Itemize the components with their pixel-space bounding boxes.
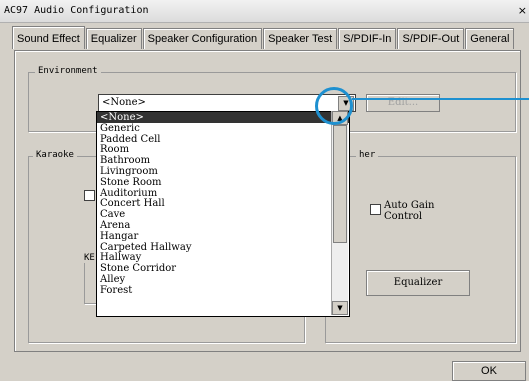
edit-button[interactable]: Edit... bbox=[366, 94, 440, 112]
list-item[interactable]: Padded Cell bbox=[97, 134, 349, 145]
list-item[interactable]: Hangar bbox=[97, 231, 349, 242]
list-item[interactable]: Bathroom bbox=[97, 155, 349, 166]
close-icon[interactable]: × bbox=[518, 4, 527, 17]
auto-gain-label-line2: Control bbox=[384, 211, 423, 222]
list-item[interactable]: <None> bbox=[97, 112, 349, 123]
other-group-label: her bbox=[356, 150, 379, 160]
tab-general[interactable]: General bbox=[465, 28, 515, 49]
list-item[interactable]: Stone Room bbox=[97, 177, 349, 188]
audio-config-window: AC97 Audio Configuration × Sound Effect … bbox=[0, 0, 529, 381]
scroll-thumb[interactable] bbox=[333, 125, 347, 243]
list-item[interactable]: Auditorium bbox=[97, 188, 349, 199]
list-item[interactable]: Alley bbox=[97, 274, 349, 285]
karaoke-checkbox[interactable] bbox=[84, 190, 95, 201]
callout-line bbox=[352, 98, 529, 100]
ok-button[interactable]: OK bbox=[452, 361, 526, 381]
auto-gain-checkbox[interactable] bbox=[370, 204, 381, 215]
list-item[interactable]: Room bbox=[97, 144, 349, 155]
bottom-bar bbox=[0, 357, 529, 381]
tab-sound-effect[interactable]: Sound Effect bbox=[12, 26, 85, 49]
tab-speaker-configuration[interactable]: Speaker Configuration bbox=[142, 28, 263, 49]
auto-gain-label-line1: Auto Gain bbox=[384, 200, 435, 211]
title-bar: AC97 Audio Configuration × bbox=[0, 0, 529, 23]
list-item[interactable]: Carpeted Hallway bbox=[97, 242, 349, 253]
tab-strip: Sound Effect Equalizer Speaker Configura… bbox=[12, 26, 515, 50]
other-group: her bbox=[325, 150, 516, 343]
scroll-down-icon[interactable]: ▼ bbox=[332, 301, 348, 315]
environment-dropdown-list[interactable]: <None> Generic Padded Cell Room Bathroom… bbox=[96, 111, 350, 317]
list-item[interactable]: Forest bbox=[97, 285, 349, 296]
tab-spdif-in[interactable]: S/PDIF-In bbox=[338, 28, 397, 49]
environment-group-label: Environment bbox=[35, 66, 101, 76]
environment-selected-value: <None> bbox=[102, 97, 146, 108]
window-title: AC97 Audio Configuration bbox=[4, 5, 149, 16]
dropdown-scrollbar[interactable]: ▲ ▼ bbox=[331, 111, 348, 315]
list-item[interactable]: Livingroom bbox=[97, 166, 349, 177]
equalizer-button[interactable]: Equalizer bbox=[366, 270, 470, 296]
list-item[interactable]: Arena bbox=[97, 220, 349, 231]
highlight-circle bbox=[315, 87, 353, 125]
tab-speaker-test[interactable]: Speaker Test bbox=[263, 28, 338, 49]
tab-spdif-out[interactable]: S/PDIF-Out bbox=[397, 28, 465, 49]
list-item[interactable]: Hallway bbox=[97, 252, 349, 263]
tab-equalizer[interactable]: Equalizer bbox=[85, 28, 142, 49]
list-item[interactable]: Cave bbox=[97, 209, 349, 220]
list-item[interactable]: Concert Hall bbox=[97, 198, 349, 209]
karaoke-group-label: Karaoke bbox=[33, 150, 77, 160]
list-item[interactable]: Stone Corridor bbox=[97, 263, 349, 274]
list-item[interactable]: Generic bbox=[97, 123, 349, 134]
